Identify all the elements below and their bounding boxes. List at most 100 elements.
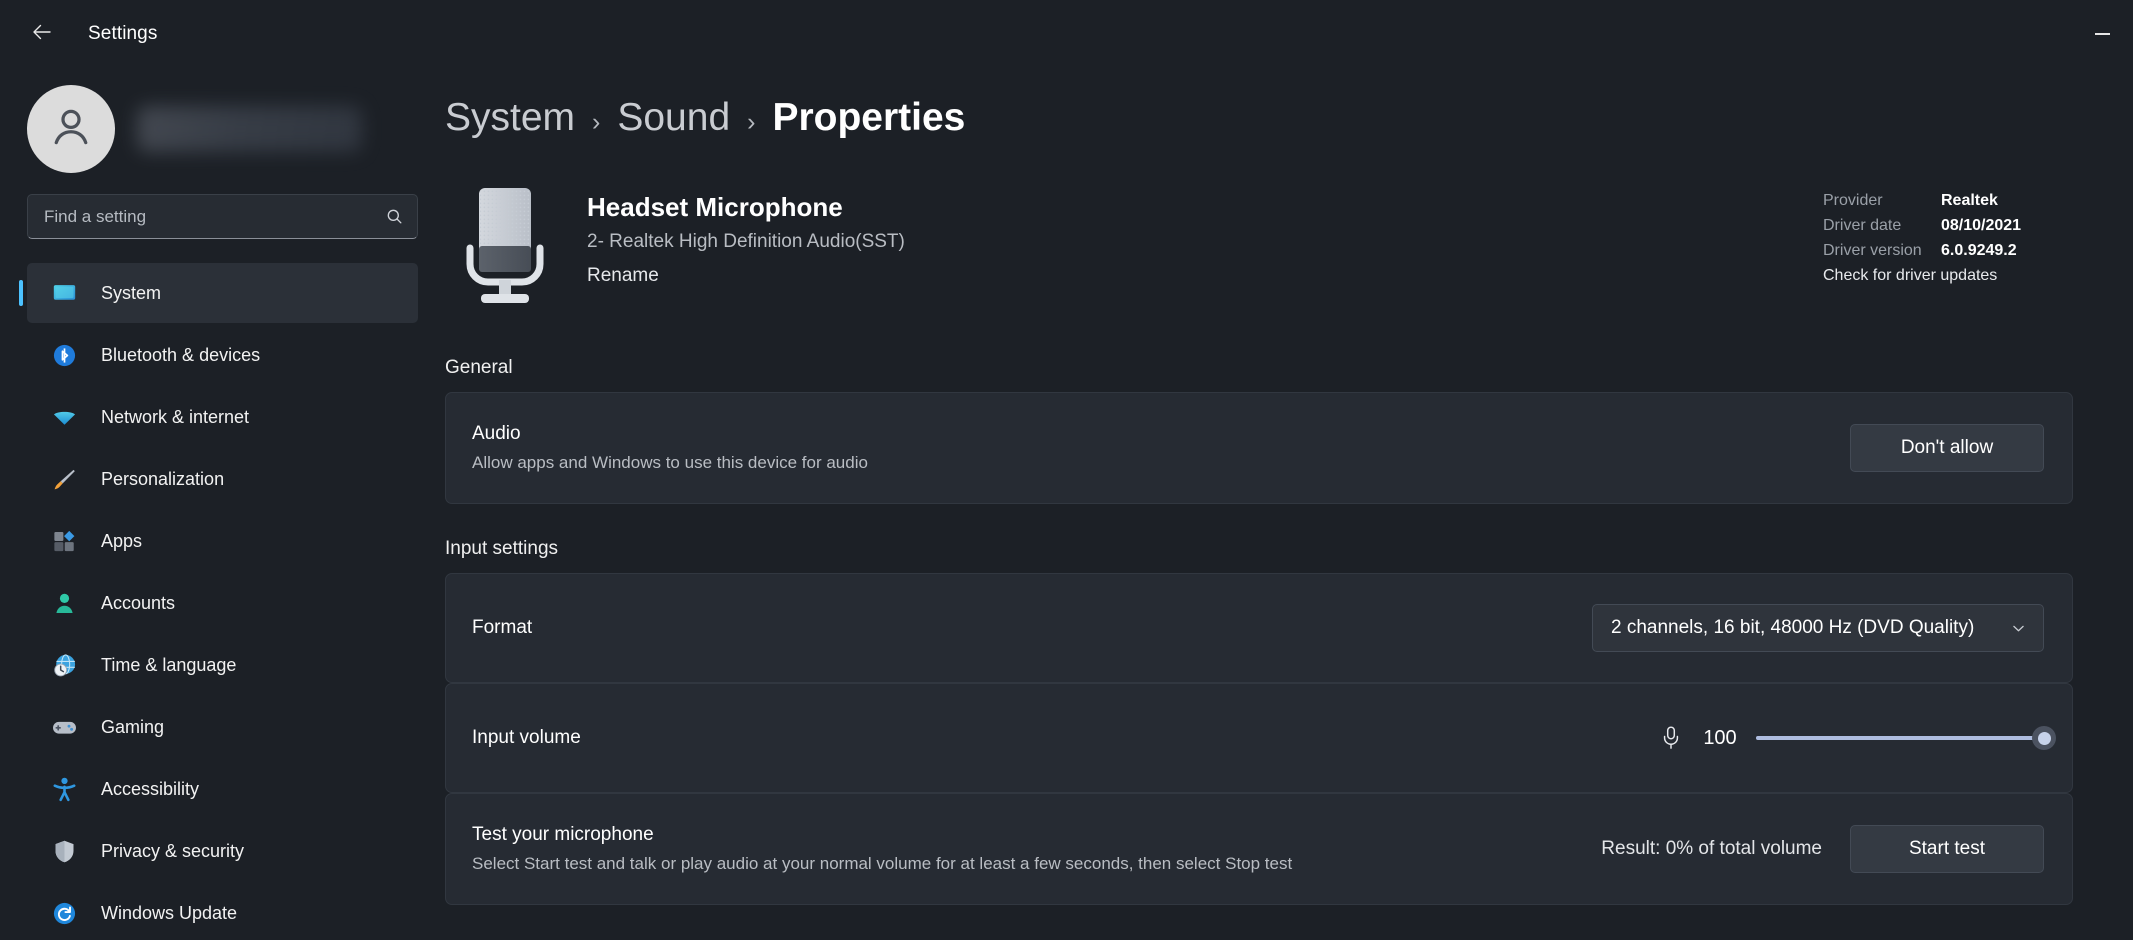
test-microphone-actions: Result: 0% of total volume Start test (1601, 825, 2044, 873)
back-button[interactable] (18, 10, 66, 58)
chevron-down-icon (2010, 620, 2027, 637)
arrow-left-icon (30, 20, 54, 49)
test-microphone-title: Test your microphone (472, 824, 654, 845)
input-volume-text: Input volume (472, 727, 1658, 749)
sidebar-item-label: Accounts (101, 592, 176, 613)
check-driver-updates-link[interactable]: Check for driver updates (1823, 267, 2073, 285)
minimize-button[interactable] (2071, 0, 2133, 68)
driver-version-value: 6.0.9249.2 (1941, 242, 2017, 259)
breadcrumb-item-properties: Properties (772, 96, 966, 139)
device-header: Headset Microphone 2- Realtek High Defin… (445, 178, 2073, 323)
driver-version-label: Driver version (1823, 242, 1922, 259)
sidebar-item-apps[interactable]: Apps (27, 511, 418, 571)
input-volume-card: Input volume 100 (445, 683, 2073, 793)
audio-setting-description: Allow apps and Windows to use this devic… (472, 453, 868, 472)
window-controls (2071, 0, 2133, 68)
breadcrumb-item-sound[interactable]: Sound (617, 96, 730, 140)
sidebar-item-label: Personalization (101, 468, 225, 489)
slider-thumb-dot (2037, 731, 2051, 745)
sidebar-item-time-language[interactable]: Time & language (27, 635, 418, 695)
person-icon (49, 588, 79, 618)
window-body: System Bluetooth & devices (0, 68, 2133, 940)
search-box[interactable] (27, 194, 418, 239)
search-icon[interactable] (385, 207, 404, 226)
format-setting-text: Format (472, 617, 1592, 639)
sidebar-item-system[interactable]: System (27, 263, 418, 323)
driver-date-row: Driver date 08/10/2021 (1823, 217, 2073, 235)
sidebar-item-accounts[interactable]: Accounts (27, 573, 418, 633)
settings-window: Settings Find a setting System Bluetooth… (0, 0, 2133, 940)
sidebar-item-accessibility[interactable]: Accessibility (27, 759, 418, 819)
sidebar-item-label: Windows Update (101, 902, 238, 923)
input-volume-slider[interactable] (1756, 723, 2056, 753)
sidebar-item-label: Apps (101, 530, 143, 551)
sidebar-item-windows-update[interactable]: Windows Update (27, 883, 418, 940)
microphone-icon (451, 182, 559, 312)
account-profile[interactable] (0, 68, 445, 173)
breadcrumb-item-system[interactable]: System (445, 96, 575, 140)
sidebar-item-label: Privacy & security (101, 840, 245, 861)
shield-icon (49, 836, 79, 866)
rename-link[interactable]: Rename (587, 265, 659, 287)
slider-thumb[interactable] (2032, 726, 2056, 750)
sidebar-item-label: Bluetooth & devices (101, 344, 261, 365)
driver-provider-value: Realtek (1941, 192, 1998, 209)
test-microphone-text: Test your microphone Select Start test a… (472, 824, 1601, 874)
format-dropdown-value: 2 channels, 16 bit, 48000 Hz (DVD Qualit… (1611, 617, 1975, 638)
title-bar: Settings (0, 0, 2133, 68)
wifi-icon (49, 402, 79, 432)
test-microphone-card: Test your microphone Select Start test a… (445, 793, 2073, 905)
account-name-redacted (137, 106, 362, 152)
driver-provider-label: Provider (1823, 192, 1883, 209)
input-volume-label: Input volume (472, 727, 581, 748)
breadcrumb-separator: › (592, 108, 601, 136)
app-title: Settings (88, 23, 158, 44)
audio-setting-title: Audio (472, 423, 521, 444)
breadcrumb: System › Sound › Properties (445, 68, 2073, 140)
device-subtitle: 2- Realtek High Definition Audio(SST) (587, 231, 905, 252)
search-input[interactable] (44, 206, 385, 227)
sidebar-item-label: Accessibility (101, 778, 200, 799)
sidebar-item-network-internet[interactable]: Network & internet (27, 387, 418, 447)
person-avatar-icon (45, 101, 97, 158)
apps-icon (49, 526, 79, 556)
driver-info: Provider Realtek Driver date 08/10/2021 … (1823, 192, 2073, 285)
format-setting-card: Format 2 channels, 16 bit, 48000 Hz (DVD… (445, 573, 2073, 683)
general-section-heading: General (445, 357, 513, 378)
dont-allow-button[interactable]: Don't allow (1850, 424, 2044, 472)
sidebar-item-bluetooth-devices[interactable]: Bluetooth & devices (27, 325, 418, 385)
clock-globe-icon (49, 650, 79, 680)
monitor-icon (49, 278, 79, 308)
test-microphone-description: Select Start test and talk or play audio… (472, 854, 1293, 873)
sidebar-nav: System Bluetooth & devices Network & int… (0, 263, 445, 940)
gamepad-icon (49, 712, 79, 742)
start-test-button[interactable]: Start test (1850, 825, 2044, 873)
microphone-icon (1658, 723, 1684, 753)
device-name: Headset Microphone (587, 192, 843, 222)
input-settings-section-heading: Input settings (445, 538, 559, 559)
driver-date-label: Driver date (1823, 217, 1902, 234)
driver-date-value: 08/10/2021 (1941, 217, 2022, 234)
input-volume-value: 100 (1703, 726, 1737, 749)
audio-setting-card: Audio Allow apps and Windows to use this… (445, 392, 2073, 504)
driver-provider-row: Provider Realtek (1823, 192, 2073, 210)
format-label: Format (472, 617, 533, 638)
sidebar-item-privacy-security[interactable]: Privacy & security (27, 821, 418, 881)
bluetooth-icon (49, 340, 79, 370)
sidebar-item-label: Gaming (101, 716, 165, 737)
driver-version-row: Driver version 6.0.9249.2 (1823, 242, 2073, 260)
sidebar-item-gaming[interactable]: Gaming (27, 697, 418, 757)
slider-fill (1756, 736, 2044, 740)
sidebar-item-label: Network & internet (101, 406, 250, 427)
format-dropdown[interactable]: 2 channels, 16 bit, 48000 Hz (DVD Qualit… (1592, 604, 2044, 652)
audio-setting-text: Audio Allow apps and Windows to use this… (472, 423, 1850, 473)
sidebar-item-personalization[interactable]: Personalization (27, 449, 418, 509)
device-info: Headset Microphone 2- Realtek High Defin… (587, 178, 905, 287)
paintbrush-icon (49, 464, 79, 494)
breadcrumb-separator: › (747, 108, 756, 136)
sidebar-item-label: System (101, 282, 162, 303)
microphone-illustration (445, 178, 565, 312)
sidebar-item-label: Time & language (101, 654, 237, 675)
test-result-text: Result: 0% of total volume (1601, 838, 1822, 859)
minimize-icon (2094, 33, 2110, 35)
